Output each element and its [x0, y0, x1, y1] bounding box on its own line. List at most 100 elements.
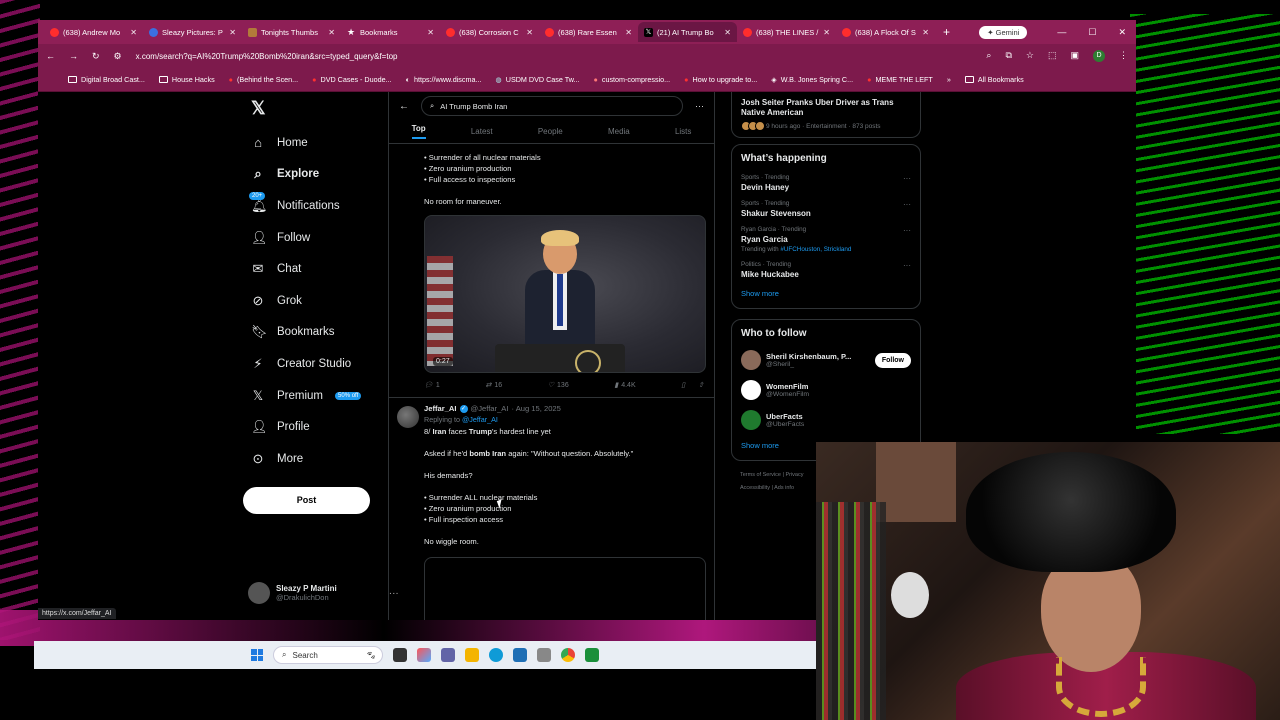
taskbar-search[interactable]: ⌕ Search 🐾︎ — [273, 646, 383, 664]
settings-icon[interactable] — [537, 648, 551, 662]
nav-more[interactable]: ⊙ More — [243, 443, 383, 475]
video-player[interactable]: 0:27 — [424, 215, 706, 373]
bookmark-item[interactable]: ● custom-compressio... — [594, 75, 671, 84]
tab-lists[interactable]: Lists — [675, 127, 691, 136]
bookmark-item[interactable]: ● DVD Cases - Duode... — [312, 75, 391, 84]
browser-tab[interactable]: Tonights Thumbs ✕ — [242, 22, 341, 42]
bookmark-item[interactable]: ◈ W.B. Jones Spring C... — [771, 75, 853, 84]
views-button[interactable]: ▮ 4.4K — [614, 381, 635, 390]
edge-icon[interactable] — [489, 648, 503, 662]
more-icon[interactable]: ··· — [903, 174, 911, 183]
nav-explore[interactable]: ⌕ Explore — [243, 159, 383, 191]
bookmark-item[interactable]: ● (Behind the Scen... — [229, 75, 298, 84]
install-icon[interactable]: ⧉ — [1005, 50, 1011, 62]
browser-tab[interactable]: ★ Bookmarks ✕ — [341, 22, 440, 42]
bookmark-item[interactable]: ◍ USDM DVD Case Tw... — [495, 75, 579, 84]
close-window-icon[interactable]: ✕ — [1118, 27, 1126, 38]
browser-tab[interactable]: (638) Andrew Mo ✕ — [44, 22, 143, 42]
trend-item[interactable]: Politics · Trending Mike Huckabee ··· — [732, 257, 920, 283]
close-icon[interactable]: ✕ — [328, 28, 335, 37]
trend-item[interactable]: Sports · Trending Shakur Stevenson ··· — [732, 196, 920, 222]
like-button[interactable]: ♡ 136 — [548, 381, 569, 390]
post-button[interactable]: Post — [243, 486, 370, 514]
trend-item[interactable]: Sports · Trending Devin Haney ··· — [732, 170, 920, 196]
nav-chat[interactable]: ✉ Chat — [243, 253, 383, 285]
chrome-icon[interactable] — [561, 648, 575, 662]
reply-button[interactable]: 💬︎ 1 — [424, 381, 440, 390]
replying-link[interactable]: @Jeffar_AI — [462, 415, 498, 424]
profile-avatar[interactable]: D — [1093, 50, 1105, 62]
account-switcher[interactable]: Sleazy P Martini @DrakulichDon ··· — [248, 582, 399, 604]
trend-headline[interactable]: Josh Seiter Pranks Uber Driver as Trans … — [732, 92, 920, 118]
url-field[interactable]: x.com/search?q=AI%20Trump%20Bomb%20iran&… — [136, 52, 973, 61]
follow-suggestion[interactable]: UberFacts @UberFacts — [732, 405, 920, 435]
minimize-icon[interactable]: — — [1057, 27, 1066, 38]
close-icon[interactable]: ✕ — [724, 28, 731, 37]
reload-icon[interactable]: ↻ — [92, 51, 100, 62]
bookmark-item[interactable]: ◐ https://www.discma... — [406, 75, 482, 84]
tweet-date[interactable]: · Aug 15, 2025 — [511, 404, 560, 413]
more-bookmarks-icon[interactable]: » — [947, 75, 951, 84]
author-handle[interactable]: @Jeffar_AI — [471, 404, 509, 413]
extension-icon[interactable]: ⬚ — [1048, 50, 1057, 62]
side-panel-icon[interactable]: ▣ — [1070, 50, 1079, 62]
browser-tab[interactable]: (638) A Flock Of S ✕ — [836, 22, 935, 42]
bookmark-item[interactable]: House Hacks — [158, 75, 215, 84]
menu-icon[interactable]: ⋮ — [1119, 50, 1128, 62]
nav-notifications[interactable]: 🔔︎ 20+ Notifications — [243, 190, 383, 222]
bookmark-item[interactable]: Digital Broad Cast... — [68, 75, 145, 84]
back-arrow-icon[interactable]: ← — [399, 101, 409, 112]
media-placeholder[interactable] — [424, 557, 706, 620]
bookmark-item[interactable]: ● How to upgrade to... — [684, 75, 757, 84]
avatar[interactable] — [397, 406, 419, 428]
forward-icon[interactable]: → — [69, 51, 78, 61]
share-icon[interactable]: ⇧ — [698, 381, 704, 389]
teams-icon[interactable] — [441, 648, 455, 662]
more-icon[interactable]: ··· — [903, 226, 911, 235]
close-icon[interactable]: ✕ — [427, 28, 434, 37]
close-icon[interactable]: ✕ — [526, 28, 533, 37]
bookmark-star-icon[interactable]: ☆ — [1026, 50, 1034, 62]
browser-tab[interactable]: Sleazy Pictures: P ✕ — [143, 22, 242, 42]
more-icon[interactable]: ··· — [903, 261, 911, 270]
copilot-icon[interactable] — [417, 648, 431, 662]
tab-latest[interactable]: Latest — [471, 127, 493, 136]
nav-premium[interactable]: 𝕏 Premium 50% off — [243, 380, 383, 412]
close-icon[interactable]: ✕ — [823, 28, 830, 37]
gemini-button[interactable]: ✦ Gemini — [979, 25, 1028, 39]
browser-tab[interactable]: (638) Corrosion C ✕ — [440, 22, 539, 42]
new-tab-button[interactable]: + — [935, 25, 958, 39]
trend-with-link[interactable]: #UFCHouston, Strickland — [780, 246, 851, 253]
browser-tab[interactable]: (638) THE LINES / ✕ — [737, 22, 836, 42]
close-icon[interactable]: ✕ — [130, 28, 137, 37]
tab-people[interactable]: People — [538, 127, 563, 136]
more-icon[interactable]: ··· — [903, 200, 911, 209]
more-icon[interactable]: ··· — [695, 101, 704, 111]
store-icon[interactable] — [513, 648, 527, 662]
follow-suggestion[interactable]: WomenFilm @WomenFilm — [732, 375, 920, 405]
close-icon[interactable]: ✕ — [229, 28, 236, 37]
back-icon[interactable]: ← — [46, 51, 55, 61]
close-icon[interactable]: ✕ — [625, 28, 632, 37]
site-info-icon[interactable]: ⚙ — [114, 51, 122, 62]
bookmark-item[interactable]: ● MEME THE LEFT — [867, 75, 933, 84]
nav-creator-studio[interactable]: ⚡︎ Creator Studio — [243, 348, 383, 380]
nav-profile[interactable]: 👤︎ Profile — [243, 411, 383, 443]
app-icon[interactable] — [585, 648, 599, 662]
follow-button[interactable]: Follow — [874, 352, 911, 368]
tweet[interactable]: Jeffar_AI ✓ @Jeffar_AI · Aug 15, 2025 ⊘·… — [389, 398, 714, 620]
author-name[interactable]: Jeffar_AI — [424, 404, 457, 413]
repost-button[interactable]: ⇄ 16 — [485, 381, 502, 390]
zoom-icon[interactable]: ⌕ — [986, 50, 991, 62]
bookmark-button[interactable]: ▯ ⇧ — [681, 381, 704, 389]
all-bookmarks[interactable]: All Bookmarks — [964, 75, 1024, 84]
show-more-link[interactable]: Show more — [732, 283, 920, 300]
file-explorer-icon[interactable] — [465, 648, 479, 662]
trend-item[interactable]: Ryan Garcia · Trending Ryan Garcia Trendin… — [732, 222, 920, 257]
x-logo-icon[interactable]: 𝕏 — [251, 98, 383, 119]
tab-top[interactable]: Top — [411, 124, 426, 139]
tab-media[interactable]: Media — [608, 127, 630, 136]
browser-tab[interactable]: (638) Rare Essen ✕ — [539, 22, 638, 42]
browser-tab-active[interactable]: 𝕏 (21) AI Trump Bo ✕ — [638, 22, 737, 42]
task-view-icon[interactable] — [393, 648, 407, 662]
